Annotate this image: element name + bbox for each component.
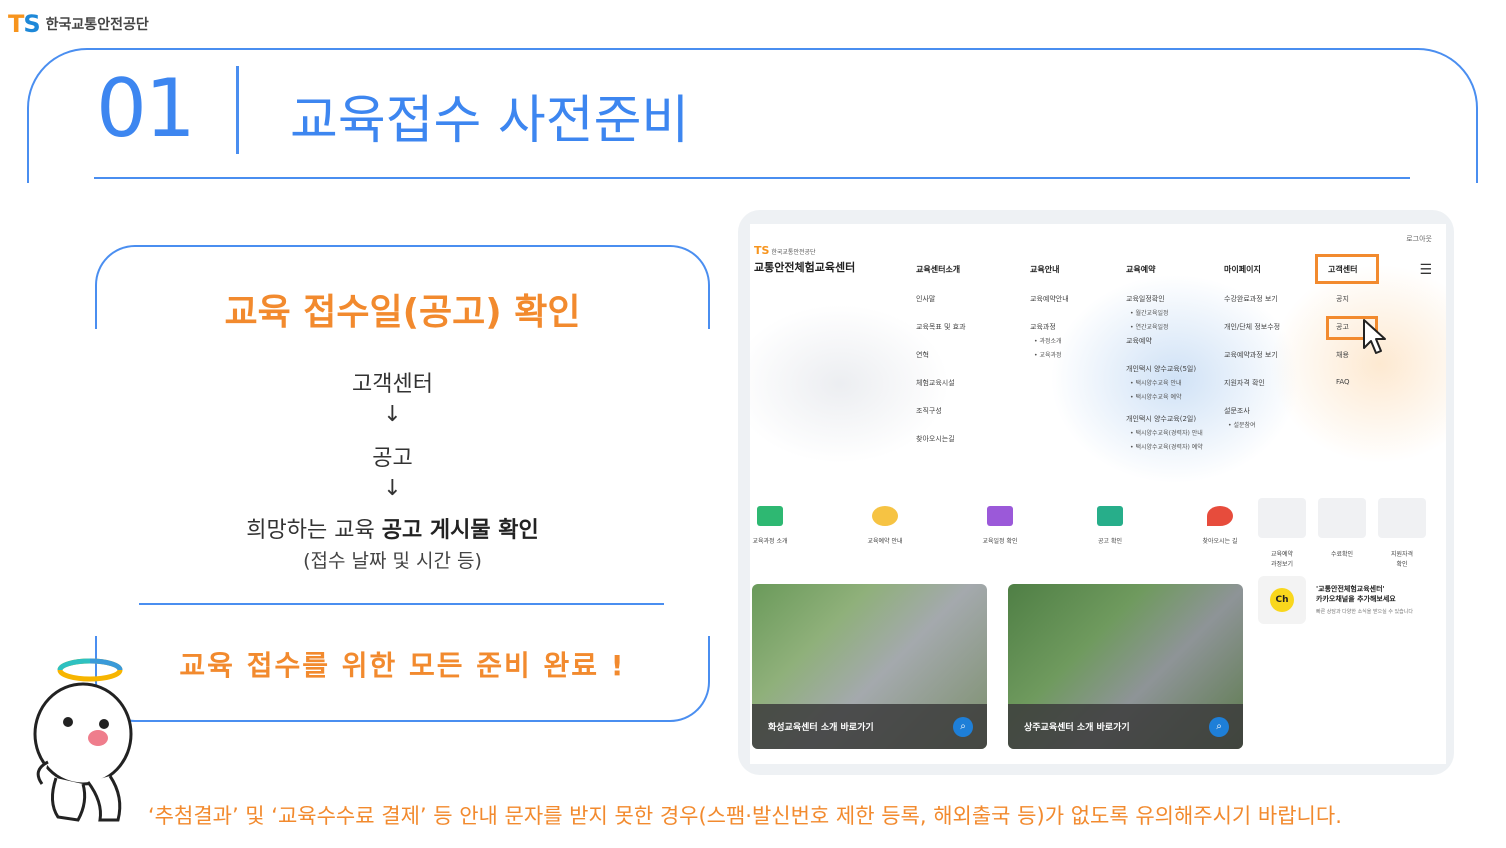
menu-item[interactable]: 교육예약안내 [1030, 294, 1069, 322]
menu-item[interactable]: 체험교육시설 [916, 378, 966, 406]
quick-reserved-course-label: 교육예약 과정보기 [1270, 551, 1294, 568]
quick-reserve-guide[interactable]: 교육예약 안내 [835, 506, 935, 545]
quick-eligibility-icon[interactable] [1378, 498, 1426, 538]
flow-step-prefix: 희망하는 교육 [246, 518, 382, 543]
site-logo[interactable]: TS 한국교통안전공단 교통안전체험교육센터 [754, 244, 855, 275]
title-frame [27, 48, 1478, 183]
hwaseong-center-card[interactable]: 화성교육센터 소개 바로가기 ⌕ [752, 584, 987, 749]
menu-item[interactable]: 개인택시 양수교육(2일) [1126, 414, 1203, 428]
quick-schedule[interactable]: 교육일정 확인 [950, 506, 1050, 545]
search-icon[interactable]: ⌕ [1209, 717, 1229, 737]
website-page: 로그아웃 TS 한국교통안전공단 교통안전체험교육센터 교육센터소개 교육안내 … [750, 224, 1446, 764]
hamburger-menu-icon[interactable]: ☰ [1419, 262, 1432, 278]
logout-link[interactable]: 로그아웃 [1406, 234, 1432, 244]
menu-subitem[interactable]: • 교육과정 [1030, 350, 1069, 364]
quick-eligibility-label: 지원자격 확인 [1390, 551, 1414, 568]
org-logo: TS 한국교통안전공단 [8, 10, 149, 38]
menu-subitem[interactable]: • 택시양수교육 예약 [1126, 392, 1203, 414]
sangju-center-card[interactable]: 상주교육센터 소개 바로가기 ⌕ [1008, 584, 1243, 749]
menu-subitem[interactable]: • 월간교육일정 [1126, 308, 1203, 322]
flow-arrow-down-icon: ↓ [383, 476, 402, 501]
menu-guide: 교육예약안내 교육과정 • 과정소개 • 교육과정 [1030, 294, 1069, 364]
kakao-title: '교통안전체험교육센터' 카카오채널을 추가해보세요 [1316, 585, 1396, 603]
menu-item[interactable]: 교육목표 및 효과 [916, 322, 966, 350]
menu-item-recruit[interactable]: 채용 [1336, 350, 1350, 378]
card-divider [139, 603, 664, 605]
menu-subitem[interactable]: • 택시양수교육(경력자) 안내 [1126, 428, 1203, 442]
menu-item[interactable]: 수강완료과정 보기 [1224, 294, 1280, 322]
menu-subitem[interactable]: • 택시양수교육 안내 [1126, 378, 1203, 392]
flag-icon [1097, 506, 1123, 526]
nav-intro[interactable]: 교육센터소개 [916, 264, 960, 275]
flow-arrow-down-icon: ↓ [383, 402, 402, 427]
course-icon [757, 506, 783, 526]
nav-guide[interactable]: 교육안내 [1030, 264, 1059, 275]
menu-reserve: 교육일정확인 • 월간교육일정 • 연간교육일정 교육예약 개인택시 양수교육(… [1126, 294, 1203, 456]
quick-course-intro[interactable]: 교육과정 소개 [750, 506, 820, 545]
title-separator [236, 66, 239, 154]
title-underline [94, 177, 1410, 179]
flow-step-notice: 공고 [372, 446, 413, 471]
quick-reserved-course-icon[interactable] [1258, 498, 1306, 538]
menu-item[interactable]: 인사말 [916, 294, 966, 322]
ts-logo-icon: TS [8, 10, 41, 38]
kakao-desc: 빠른 상담과 다양한 소식을 받으실 수 있습니다 [1316, 609, 1413, 615]
menu-item[interactable]: 개인택시 양수교육(5일) [1126, 364, 1203, 378]
mouse-cursor-icon [1363, 319, 1386, 354]
menu-subitem[interactable]: • 설문참여 [1224, 420, 1280, 434]
nav-mypage[interactable]: 마이페이지 [1224, 264, 1261, 275]
section-number: 01 [96, 62, 196, 155]
site-org-name: 한국교통안전공단 [771, 249, 816, 256]
menu-subitem[interactable]: • 연간교육일정 [1126, 322, 1203, 336]
card-heading: 교육 접수일(공고) 확인 [224, 292, 581, 333]
menu-item[interactable]: 지원자격 확인 [1224, 378, 1280, 406]
kakao-channel-icon: Ch [1270, 588, 1294, 612]
quick-directions[interactable]: 찾아오시는 길 [1170, 506, 1270, 545]
slide: TS 한국교통안전공단 01 교육접수 사전준비 교육 접수일(공고) 확인 고… [0, 0, 1506, 848]
quick-completion-label: 수료확인 [1330, 551, 1354, 558]
menu-item[interactable]: 교육예약 [1126, 336, 1203, 364]
menu-item[interactable]: 조직구성 [916, 406, 966, 434]
quick-completion-icon[interactable] [1318, 498, 1366, 538]
card-bottom-border [95, 636, 710, 722]
search-icon[interactable]: ⌕ [953, 717, 973, 737]
flow-step-strong: 공고 게시물 확인 [381, 518, 539, 543]
org-name: 한국교통안전공단 [45, 17, 149, 33]
flow-step-sub: (접수 날짜 및 시간 등) [303, 550, 482, 572]
glow-orange [1270, 264, 1446, 464]
site-logo-mark: TS [754, 244, 770, 257]
bottom-notice: ‘추첨결과’ 및 ‘교육수수료 결제’ 등 안내 문자를 받지 못한 경우(스팸… [148, 804, 1342, 828]
site-name: 교통안전체험교육센터 [754, 261, 856, 274]
calendar-icon [987, 506, 1013, 526]
website-screenshot: 로그아웃 TS 한국교통안전공단 교통안전체험교육센터 교육센터소개 교육안내 … [738, 210, 1454, 775]
menu-subitem[interactable]: • 과정소개 [1030, 336, 1069, 350]
menu-item[interactable]: 설문조사 [1224, 406, 1280, 420]
menu-customer-center: 공지 공고 채용 FAQ [1336, 294, 1350, 406]
menu-subitem[interactable]: • 택시양수교육(경력자) 예약 [1126, 442, 1203, 456]
menu-intro: 인사말 교육목표 및 효과 연혁 체험교육시설 조직구성 찾아오시는길 [916, 294, 966, 462]
menu-item[interactable]: 교육일정확인 [1126, 294, 1203, 308]
menu-item[interactable]: 찾아오시는길 [916, 434, 966, 462]
menu-item[interactable]: 교육과정 [1030, 322, 1069, 336]
menu-item[interactable]: 교육예약과정 보기 [1224, 350, 1280, 378]
photo-caption: 상주교육센터 소개 바로가기 [1024, 723, 1130, 733]
menu-item[interactable]: 개인/단체 정보수정 [1224, 322, 1280, 350]
page-title: 교육접수 사전준비 [290, 91, 690, 151]
mascot-icon [33, 658, 133, 822]
reserve-icon [872, 506, 898, 526]
menu-mypage: 수강완료과정 보기 개인/단체 정보수정 교육예약과정 보기 지원자격 확인 설… [1224, 294, 1280, 434]
flow-step-customer-center: 고객센터 [352, 372, 433, 397]
menu-item-faq[interactable]: FAQ [1336, 378, 1350, 406]
menu-item[interactable]: 연혁 [916, 350, 966, 378]
kakao-channel-button[interactable]: Ch [1258, 576, 1306, 624]
photo-caption: 화성교육센터 소개 바로가기 [768, 723, 874, 733]
highlight-customer-center [1315, 254, 1379, 284]
flow-step-check-post: 희망하는 교육 공고 게시물 확인 [95, 512, 690, 544]
nav-reserve[interactable]: 교육예약 [1126, 264, 1155, 275]
quick-announcement[interactable]: 공고 확인 [1060, 506, 1160, 545]
location-pin-icon [1207, 506, 1233, 526]
